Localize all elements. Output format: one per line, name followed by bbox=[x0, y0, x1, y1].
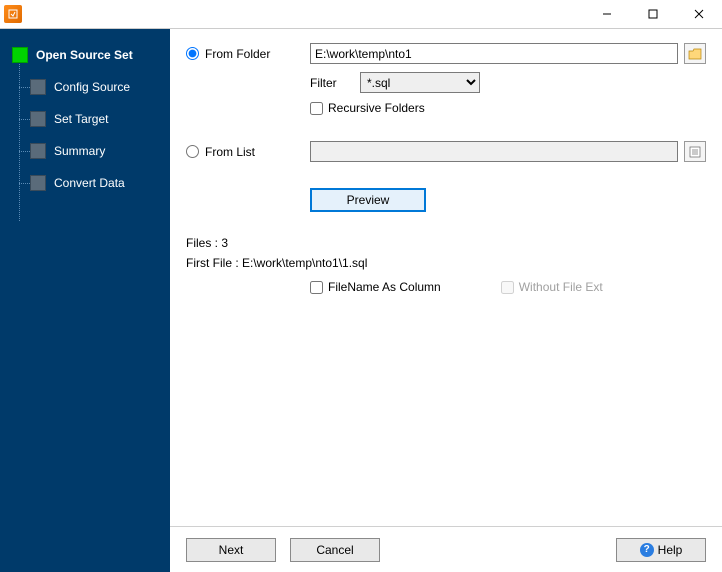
filename-as-column-checkbox[interactable] bbox=[310, 281, 323, 294]
help-button[interactable]: ? Help bbox=[616, 538, 706, 562]
main-panel: From Folder Filter *.sql Recursive Folde… bbox=[170, 29, 722, 572]
maximize-button[interactable] bbox=[630, 0, 676, 28]
browse-list-button[interactable] bbox=[684, 141, 706, 162]
step-indicator-icon bbox=[12, 47, 28, 63]
app-icon bbox=[4, 5, 22, 23]
from-folder-radio[interactable] bbox=[186, 47, 199, 60]
step-indicator-icon bbox=[30, 143, 46, 159]
files-count-text: Files : 3 bbox=[186, 236, 706, 250]
browse-folder-button[interactable] bbox=[684, 43, 706, 64]
next-button[interactable]: Next bbox=[186, 538, 276, 562]
from-folder-radio-label[interactable]: From Folder bbox=[186, 47, 310, 61]
button-bar: Next Cancel ? Help bbox=[170, 526, 722, 572]
window-controls bbox=[584, 0, 722, 28]
filename-as-column-label: FileName As Column bbox=[328, 280, 441, 294]
recursive-folders-label: Recursive Folders bbox=[328, 101, 425, 115]
close-button[interactable] bbox=[676, 0, 722, 28]
help-icon: ? bbox=[640, 543, 654, 557]
sidebar-item-summary[interactable]: Summary bbox=[0, 135, 170, 167]
wizard-sidebar: Open Source Set Config Source Set Target… bbox=[0, 29, 170, 572]
filter-label: Filter bbox=[310, 76, 360, 90]
from-list-text: From List bbox=[205, 145, 255, 159]
sidebar-item-label: Summary bbox=[54, 144, 105, 158]
sidebar-item-convert-data[interactable]: Convert Data bbox=[0, 167, 170, 199]
list-icon bbox=[689, 146, 701, 158]
sidebar-item-label: Config Source bbox=[54, 80, 130, 94]
without-file-ext-option: Without File Ext bbox=[501, 280, 603, 294]
from-folder-text: From Folder bbox=[205, 47, 270, 61]
title-bar bbox=[0, 0, 722, 28]
sidebar-item-label: Set Target bbox=[54, 112, 108, 126]
sidebar-item-set-target[interactable]: Set Target bbox=[0, 103, 170, 135]
without-file-ext-checkbox bbox=[501, 281, 514, 294]
without-file-ext-label: Without File Ext bbox=[519, 280, 603, 294]
filename-as-column-option[interactable]: FileName As Column bbox=[310, 280, 441, 294]
minimize-button[interactable] bbox=[584, 0, 630, 28]
preview-button[interactable]: Preview bbox=[310, 188, 426, 212]
step-indicator-icon bbox=[30, 175, 46, 191]
folder-path-input[interactable] bbox=[310, 43, 678, 64]
filter-select[interactable]: *.sql bbox=[360, 72, 480, 93]
sidebar-item-config-source[interactable]: Config Source bbox=[0, 71, 170, 103]
sidebar-item-open-source-set[interactable]: Open Source Set bbox=[0, 39, 170, 71]
folder-icon bbox=[688, 48, 702, 60]
sidebar-item-label: Convert Data bbox=[54, 176, 125, 190]
step-indicator-icon bbox=[30, 79, 46, 95]
first-file-text: First File : E:\work\temp\nto1\1.sql bbox=[186, 256, 706, 270]
recursive-folders-checkbox[interactable] bbox=[310, 102, 323, 115]
from-list-radio[interactable] bbox=[186, 145, 199, 158]
cancel-button[interactable]: Cancel bbox=[290, 538, 380, 562]
from-list-radio-label[interactable]: From List bbox=[186, 145, 310, 159]
sidebar-item-label: Open Source Set bbox=[36, 48, 133, 62]
help-label: Help bbox=[658, 543, 683, 557]
step-indicator-icon bbox=[30, 111, 46, 127]
list-path-input[interactable] bbox=[310, 141, 678, 162]
